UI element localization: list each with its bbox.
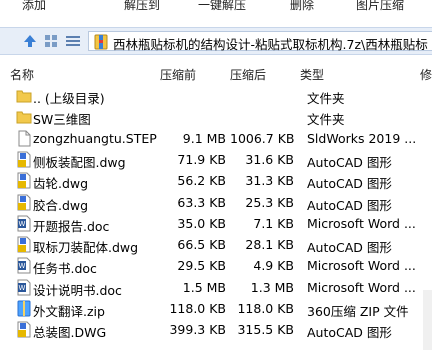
- file-type: AutoCAD 图形: [307, 154, 392, 170]
- image-compress-button[interactable]: 图片压缩: [356, 0, 404, 13]
- file-type: SldWorks 2019 ...: [307, 130, 417, 146]
- col-size[interactable]: 压缩前: [160, 66, 196, 83]
- file-row[interactable]: 侧板装配图.dwg 71.9 KB 31.6 KB AutoCAD 图形: [0, 149, 432, 170]
- file-name: 侧板装配图.dwg: [33, 154, 126, 170]
- file-name: 总装图.DWG: [33, 325, 107, 341]
- file-packed-size: 28.1 KB: [245, 237, 294, 253]
- file-size: 66.5 KB: [177, 237, 226, 253]
- svg-text:W: W: [19, 262, 26, 270]
- file-name: SW三维图: [33, 112, 91, 128]
- delete-button[interactable]: 删除: [290, 0, 314, 13]
- archive-icon: [94, 34, 108, 50]
- doc-icon: W: [16, 279, 32, 296]
- file-packed-size: 4.9 KB: [253, 258, 294, 274]
- dwg-icon: [16, 151, 32, 168]
- zip-icon: [16, 300, 32, 317]
- dwg-icon: [16, 194, 32, 211]
- file-name: 外文翻译.zip: [33, 304, 105, 319]
- file-size: 9.1 MB: [182, 130, 226, 146]
- folder-icon: [16, 87, 32, 104]
- file-name: 齿轮.dwg: [33, 176, 89, 192]
- dwg-icon: [16, 236, 32, 253]
- file-size: 1.5 MB: [182, 279, 226, 295]
- file-row[interactable]: 总装图.DWG 399.3 KB 315.5 KB AutoCAD 图形: [0, 319, 432, 340]
- col-name[interactable]: 名称: [10, 66, 34, 83]
- path-text: 西林瓶贴标机的结构设计-粘贴式取标机构.7z\西林瓶贴标: [113, 37, 428, 52]
- add-button[interactable]: 添加: [22, 0, 46, 13]
- file-size: 63.3 KB: [177, 194, 226, 210]
- file-type: Microsoft Word ...: [307, 258, 416, 274]
- dwg-icon: [16, 172, 32, 189]
- file-row[interactable]: 取标刀装配体.dwg 66.5 KB 28.1 KB AutoCAD 图形: [0, 234, 432, 255]
- file-icon: [16, 130, 32, 147]
- file-packed-size: 25.3 KB: [245, 194, 294, 210]
- file-packed-size: 31.3 KB: [245, 173, 294, 189]
- file-type: 文件夹: [307, 91, 345, 106]
- file-type: Microsoft Word ...: [307, 215, 416, 231]
- file-type: 文件夹: [307, 112, 345, 128]
- file-name: 取标刀装配体.dwg: [33, 240, 139, 256]
- file-size: 56.2 KB: [177, 173, 226, 189]
- dwg-icon: [16, 321, 32, 338]
- toolbar: 添加 解压到 一键解压 删除 图片压缩: [0, 0, 432, 18]
- list-view-icon[interactable]: [66, 35, 80, 47]
- col-type[interactable]: 类型: [300, 66, 324, 83]
- file-packed-size: 118.0 KB: [237, 301, 294, 316]
- one-click-extract-button[interactable]: 一键解压: [198, 0, 246, 13]
- file-row[interactable]: W 开题报告.doc 35.0 KB 7.1 KB Microsoft Word ...: [0, 213, 432, 234]
- doc-icon: W: [16, 215, 32, 232]
- doc-icon: W: [16, 257, 32, 274]
- file-row[interactable]: SW三维图 文件夹: [0, 106, 432, 127]
- file-size: 118.0 KB: [169, 301, 226, 316]
- file-packed-size: 315.5 KB: [237, 322, 294, 338]
- file-packed-size: 1.3 MB: [250, 279, 294, 295]
- file-name: 开题报告.doc: [33, 218, 110, 234]
- file-size: 29.5 KB: [177, 258, 226, 274]
- file-type: Microsoft Word ...: [307, 279, 416, 295]
- file-row[interactable]: 外文翻译.zip 118.0 KB 118.0 KB 360压缩 ZIP 文件: [0, 298, 432, 319]
- file-row[interactable]: W 设计说明书.doc 1.5 MB 1.3 MB Microsoft Word ...: [0, 277, 432, 298]
- path-field[interactable]: 西林瓶贴标机的结构设计-粘贴式取标机构.7z\西林瓶贴标: [88, 31, 432, 52]
- up-arrow-icon[interactable]: [22, 33, 38, 49]
- file-packed-size: 1006.7 KB: [230, 130, 295, 146]
- file-row[interactable]: zongzhuangtu.STEP 9.1 MB 1006.7 KB SldWorks…: [0, 128, 432, 149]
- file-row[interactable]: 齿轮.dwg 56.2 KB 31.3 KB AutoCAD 图形: [0, 170, 432, 191]
- file-size: 35.0 KB: [177, 215, 226, 231]
- file-row[interactable]: 胶合.dwg 63.3 KB 25.3 KB AutoCAD 图形: [0, 192, 432, 213]
- col-modified[interactable]: 修: [420, 66, 432, 83]
- file-name: .. (上级目录): [33, 91, 105, 106]
- file-name: 任务书.doc: [33, 261, 97, 277]
- file-type: 360压缩 ZIP 文件: [307, 304, 409, 319]
- svg-text:W: W: [19, 220, 26, 228]
- file-row[interactable]: W 任务书.doc 29.5 KB 4.9 KB Microsoft Word ...: [0, 255, 432, 276]
- file-type: AutoCAD 图形: [307, 240, 392, 256]
- col-packed[interactable]: 压缩后: [230, 66, 266, 83]
- file-name: zongzhuangtu.STEP: [33, 130, 157, 146]
- file-size: 71.9 KB: [177, 151, 226, 167]
- column-header: 名称 压缩前 压缩后 类型 修: [0, 62, 432, 84]
- file-name: 设计说明书.doc: [33, 282, 122, 298]
- file-type: AutoCAD 图形: [307, 197, 392, 213]
- file-row[interactable]: .. (上级目录) 文件夹: [0, 85, 432, 106]
- file-type: AutoCAD 图形: [307, 176, 392, 192]
- extract-to-button[interactable]: 解压到: [124, 0, 160, 13]
- address-bar: 西林瓶贴标机的结构设计-粘贴式取标机构.7z\西林瓶贴标: [0, 27, 432, 55]
- folder-icon: [16, 108, 32, 125]
- status-panel: [423, 290, 432, 350]
- file-packed-size: 31.6 KB: [245, 151, 294, 167]
- thumbnail-view-icon[interactable]: [44, 34, 58, 48]
- file-type: AutoCAD 图形: [307, 325, 392, 341]
- file-packed-size: 7.1 KB: [253, 215, 294, 231]
- svg-text:W: W: [19, 284, 26, 292]
- file-name: 胶合.dwg: [33, 197, 89, 213]
- file-size: 399.3 KB: [169, 322, 226, 338]
